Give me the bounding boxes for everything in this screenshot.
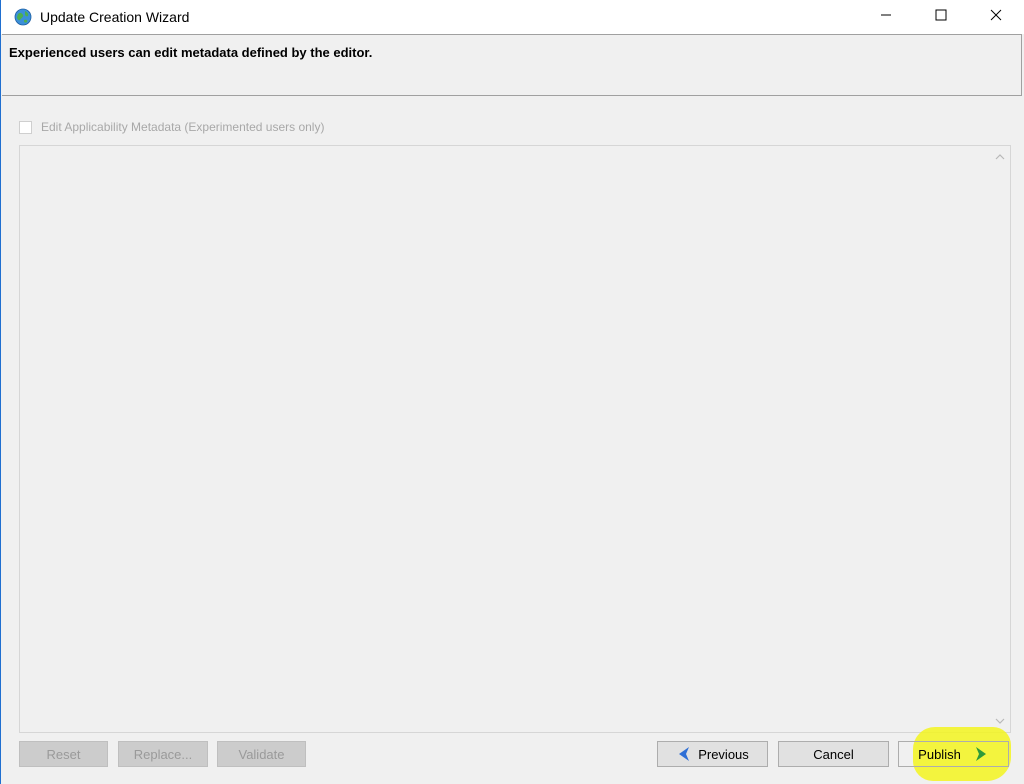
arrow-left-icon xyxy=(676,746,692,762)
reset-button-label: Reset xyxy=(46,746,81,762)
previous-button-label: Previous xyxy=(698,746,749,762)
edit-metadata-label: Edit Applicability Metadata (Experimente… xyxy=(41,120,325,134)
close-icon xyxy=(990,8,1002,26)
arrow-right-icon xyxy=(973,746,989,762)
chevron-down-icon[interactable] xyxy=(994,715,1006,727)
maximize-icon xyxy=(935,8,947,26)
metadata-editor-panel[interactable] xyxy=(19,145,1011,733)
replace-button-label: Replace... xyxy=(133,746,193,762)
globe-icon xyxy=(14,8,32,26)
wizard-header: Experienced users can edit metadata defi… xyxy=(2,34,1022,96)
validate-button-label: Validate xyxy=(238,746,285,762)
chevron-up-icon[interactable] xyxy=(994,151,1006,163)
reset-button[interactable]: Reset xyxy=(19,741,108,767)
edit-metadata-checkbox[interactable] xyxy=(19,120,32,134)
edit-metadata-option[interactable]: Edit Applicability Metadata (Experimente… xyxy=(19,118,324,136)
cancel-button-label: Cancel xyxy=(813,746,854,762)
minimize-icon xyxy=(880,8,892,26)
update-creation-wizard-window: Update Creation Wizard Experienced users… xyxy=(0,0,1024,784)
publish-button-label: Publish xyxy=(918,746,961,762)
wizard-description: Experienced users can edit metadata defi… xyxy=(9,45,373,60)
title-bar[interactable]: Update Creation Wizard xyxy=(1,0,1024,34)
publish-button[interactable]: Publish xyxy=(898,741,1009,767)
close-button[interactable] xyxy=(973,0,1019,34)
cancel-button[interactable]: Cancel xyxy=(778,741,889,767)
validate-button[interactable]: Validate xyxy=(217,741,306,767)
maximize-button[interactable] xyxy=(918,0,964,34)
previous-button[interactable]: Previous xyxy=(657,741,768,767)
window-title: Update Creation Wizard xyxy=(40,9,190,25)
replace-button[interactable]: Replace... xyxy=(118,741,208,767)
minimize-button[interactable] xyxy=(863,0,909,34)
